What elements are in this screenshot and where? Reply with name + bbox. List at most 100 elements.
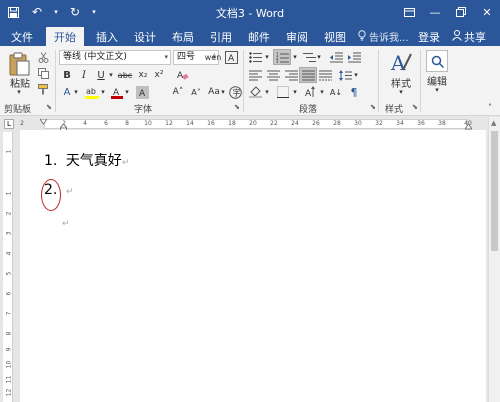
ruler-number: 14 <box>186 120 194 127</box>
vertical-ruler[interactable]: 1 1 2 3 4 5 6 7 8 9 10 11 12 <box>3 132 13 402</box>
font-launcher-icon[interactable]: ⬊ <box>234 103 240 111</box>
collapse-ribbon-icon[interactable]: ˄ <box>484 102 496 112</box>
vruler-number: 1 <box>5 149 13 154</box>
font-name-combo[interactable]: 等线 (中文正文) ▾ <box>59 50 171 65</box>
tab-home[interactable]: 开始 <box>46 27 84 46</box>
tab-mailings[interactable]: 邮件 <box>244 27 274 46</box>
phonetic-guide-icon[interactable]: wén <box>205 50 222 65</box>
bold-icon[interactable]: B <box>60 68 74 82</box>
align-center-icon[interactable] <box>265 68 281 82</box>
login-button[interactable]: 登录 <box>418 29 440 45</box>
share-button[interactable]: 共享 <box>452 29 486 45</box>
tab-layout[interactable]: 布局 <box>168 27 198 46</box>
hanging-indent-marker[interactable] <box>58 123 69 131</box>
shading-dropdown-icon[interactable]: ▾ <box>263 85 271 99</box>
align-left-icon[interactable] <box>247 68 263 82</box>
search-icon[interactable] <box>426 50 448 72</box>
line-spacing-dropdown-icon[interactable]: ▾ <box>352 68 360 82</box>
paragraph-launcher-icon[interactable]: ⬊ <box>370 103 376 111</box>
list-item-1-text: 天气真好 <box>65 153 122 169</box>
ruler-number: 26 <box>312 120 320 127</box>
bullets-dropdown-icon[interactable]: ▾ <box>263 50 271 64</box>
copy-icon[interactable] <box>36 66 50 80</box>
font-group-label: 字体 <box>134 105 153 115</box>
group-divider <box>55 50 56 112</box>
asian-layout-icon[interactable]: A <box>303 85 319 99</box>
tab-view[interactable]: 视图 <box>320 27 350 46</box>
tab-references[interactable]: 引用 <box>206 27 236 46</box>
vertical-scrollbar[interactable]: ▲ <box>488 117 500 402</box>
subscript-icon[interactable]: x₂ <box>136 68 150 82</box>
character-shading-icon[interactable]: A <box>134 85 150 99</box>
text-effects-dropdown-icon[interactable]: ▾ <box>72 85 80 99</box>
line-spacing-icon[interactable] <box>337 68 353 82</box>
right-indent-marker[interactable] <box>464 123 473 130</box>
tab-design[interactable]: 设计 <box>130 27 160 46</box>
ribbon-tab-bar: 文件 开始 插入 设计 布局 引用 邮件 审阅 视图 告诉我... 登录 共享 <box>0 24 500 46</box>
numbering-dropdown-icon[interactable]: ▾ <box>291 50 299 64</box>
underline-icon[interactable]: U <box>94 68 108 82</box>
font-name-dropdown-icon[interactable]: ▾ <box>164 51 168 64</box>
format-painter-icon[interactable] <box>36 82 50 96</box>
borders-icon[interactable] <box>275 85 291 99</box>
empty-paragraph[interactable]: ↵ <box>62 214 70 230</box>
strikethrough-icon[interactable]: abc <box>117 68 133 82</box>
italic-icon[interactable]: I <box>77 68 91 82</box>
tab-insert[interactable]: 插入 <box>92 27 122 46</box>
tab-review[interactable]: 审阅 <box>282 27 312 46</box>
scroll-up-icon[interactable]: ▲ <box>491 119 496 127</box>
minimize-icon[interactable]: — <box>422 0 448 24</box>
ruler-number: 18 <box>228 120 236 127</box>
sort-icon[interactable]: A↓ <box>328 85 344 99</box>
styles-icon[interactable]: A <box>388 49 414 75</box>
increase-indent-icon[interactable] <box>346 50 362 64</box>
character-border-icon[interactable]: A <box>223 50 239 65</box>
change-case-dropdown-icon[interactable]: ▾ <box>219 85 227 99</box>
list-number-1: 1. <box>44 153 58 169</box>
tab-file[interactable]: 文件 <box>8 27 36 46</box>
paste-dropdown-icon[interactable]: ▾ <box>14 88 24 96</box>
vruler-number: 12 <box>5 388 13 397</box>
shading-icon[interactable] <box>247 85 263 99</box>
styles-label[interactable]: 样式 <box>386 76 416 90</box>
asian-layout-dropdown-icon[interactable]: ▾ <box>318 85 326 99</box>
scroll-thumb[interactable] <box>491 131 498 251</box>
tab-selector-icon[interactable]: L <box>4 119 14 129</box>
decrease-indent-icon[interactable] <box>328 50 344 64</box>
enclose-characters-icon[interactable]: 字 <box>228 85 242 99</box>
justify-icon[interactable] <box>299 67 317 83</box>
styles-launcher-icon[interactable]: ⬊ <box>412 103 418 111</box>
multilevel-dropdown-icon[interactable]: ▾ <box>315 50 323 64</box>
close-icon[interactable]: ✕ <box>474 0 500 24</box>
highlight-color-icon[interactable]: ab <box>84 85 100 99</box>
first-line-indent-marker[interactable] <box>39 117 48 125</box>
tell-me-box[interactable]: 告诉我... <box>358 29 409 44</box>
ribbon-display-icon[interactable] <box>396 0 422 24</box>
clear-formatting-icon[interactable]: A <box>176 68 190 82</box>
list-item-1[interactable]: 1. 天气真好↵ <box>44 150 129 170</box>
cut-icon[interactable] <box>36 50 50 64</box>
restore-icon[interactable] <box>448 0 474 24</box>
svg-text:ab: ab <box>86 87 96 96</box>
underline-dropdown-icon[interactable]: ▾ <box>107 68 115 82</box>
editing-label[interactable]: 编辑 <box>422 74 452 88</box>
font-color-icon[interactable]: A <box>110 85 124 99</box>
borders-dropdown-icon[interactable]: ▾ <box>291 85 299 99</box>
align-right-icon[interactable] <box>283 68 299 82</box>
shrink-font-icon[interactable]: A˅ <box>188 85 204 99</box>
styles-dropdown-icon[interactable]: ▾ <box>396 88 406 96</box>
highlight-dropdown-icon[interactable]: ▾ <box>99 85 107 99</box>
bullets-icon[interactable] <box>247 50 263 64</box>
horizontal-ruler[interactable]: L 2 2 4 6 8 10 12 14 16 18 20 22 24 26 2… <box>0 117 488 131</box>
tell-me-text: 告诉我... <box>369 33 409 44</box>
font-color-dropdown-icon[interactable]: ▾ <box>123 85 131 99</box>
clipboard-launcher-icon[interactable]: ⬊ <box>46 103 52 111</box>
grow-font-icon[interactable]: A˄ <box>170 85 186 99</box>
editing-dropdown-icon[interactable]: ▾ <box>432 86 442 94</box>
numbering-icon[interactable]: 123 <box>273 49 291 65</box>
paste-label[interactable]: 粘贴 <box>8 76 32 90</box>
distributed-icon[interactable] <box>317 68 333 82</box>
document-page[interactable] <box>20 130 486 402</box>
show-formatting-marks-icon[interactable]: ¶ <box>346 85 362 99</box>
superscript-icon[interactable]: x² <box>152 68 166 82</box>
